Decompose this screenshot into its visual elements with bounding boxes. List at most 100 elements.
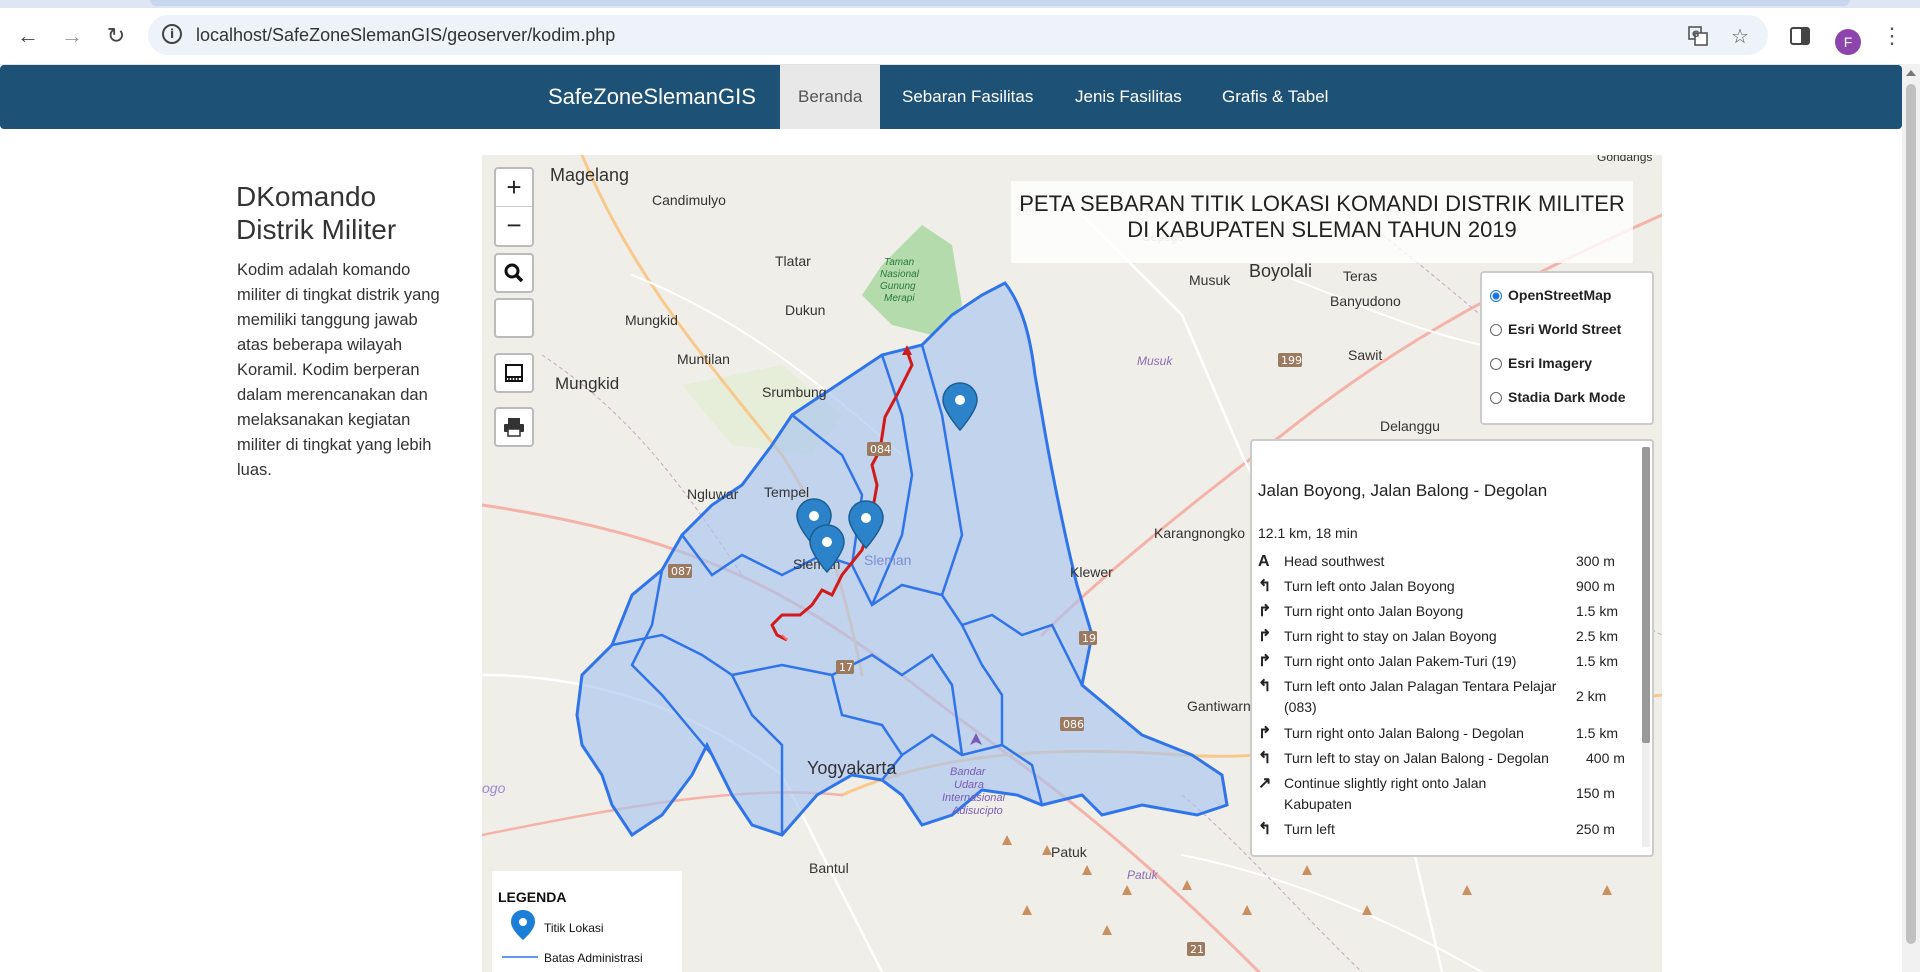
profile-avatar[interactable]: F (1835, 29, 1861, 55)
layer-stadia-dark-mode[interactable]: Stadia Dark Mode (1490, 389, 1625, 405)
page-title-line1: DKomando (236, 181, 377, 212)
svg-text:086: 086 (1063, 718, 1084, 731)
nav-beranda[interactable]: Beranda (780, 65, 881, 129)
translate-icon[interactable]: G (1684, 22, 1712, 50)
scroll-up-icon[interactable] (1906, 70, 1916, 76)
map-title-line1: PETA SEBARAN TITIK LOKASI KOMANDI DISTRI… (1019, 191, 1625, 216)
turn-left-icon: ↰ (1258, 578, 1272, 595)
svg-text:Gantiwarno: Gantiwarno (1187, 698, 1259, 714)
depart-icon: A (1258, 553, 1270, 570)
svg-text:Magelang: Magelang (550, 165, 629, 185)
radio-icon[interactable] (1490, 358, 1502, 370)
svg-text:Nasional: Nasional (880, 269, 920, 280)
nav-sebaran-fasilitas[interactable]: Sebaran Fasilitas (884, 65, 1051, 129)
bookmark-star-icon[interactable]: ☆ (1726, 22, 1754, 50)
svg-text:Ngluwar: Ngluwar (687, 486, 739, 502)
map-measure-button[interactable] (494, 353, 534, 393)
menu-kebab-icon[interactable]: ⋮ (1878, 22, 1906, 50)
page-title-line2: Distrik Militer (236, 214, 397, 245)
svg-text:Srumbung: Srumbung (762, 384, 827, 400)
svg-text:Karangnongko: Karangnongko (1154, 525, 1245, 541)
page-title: DKomando Distrik Militer (236, 180, 436, 246)
svg-text:G: G (1692, 30, 1699, 40)
svg-text:Sawit: Sawit (1348, 347, 1382, 363)
svg-text:Sleman: Sleman (864, 552, 911, 568)
map-title-box: PETA SEBARAN TITIK LOKASI KOMANDI DISTRI… (1011, 181, 1633, 263)
svg-text:087: 087 (671, 565, 692, 578)
svg-text:Candimulyo: Candimulyo (652, 192, 726, 208)
page-description: Kodim adalah komando militer di tingkat … (237, 261, 440, 479)
svg-text:Dukun: Dukun (785, 302, 825, 318)
side-panel-icon[interactable] (1786, 22, 1814, 50)
nav-jenis-fasilitas[interactable]: Jenis Fasilitas (1057, 65, 1200, 129)
map-search-button[interactable] (494, 253, 534, 293)
zoom-out-button[interactable]: − (496, 207, 532, 244)
svg-text:Gunung: Gunung (880, 281, 916, 292)
svg-text:Mungkid: Mungkid (625, 312, 678, 328)
forward-arrow-icon[interactable]: → (58, 22, 86, 50)
printer-icon (504, 418, 524, 437)
svg-text:Udara: Udara (954, 779, 984, 791)
routing-scrollbar-thumb[interactable] (1642, 447, 1650, 743)
routing-directions-panel[interactable]: Jalan Boyong, Jalan Balong - Degolan 12.… (1250, 439, 1654, 857)
zoom-in-button[interactable]: + (496, 169, 532, 207)
map-title-line2: DI KABUPATEN SLEMAN TAHUN 2019 (1127, 217, 1517, 242)
layer-esri-world-street[interactable]: Esri World Street (1490, 321, 1621, 337)
turn-right-icon: ↱ (1258, 603, 1272, 620)
svg-text:Boyolali: Boyolali (1249, 261, 1312, 281)
turn-right-icon: ↱ (1258, 628, 1272, 645)
base-layer-switcher: OpenStreetMap Esri World Street Esri Ima… (1480, 271, 1654, 425)
brand-logo-text[interactable]: SafeZoneSlemanGIS (548, 84, 756, 110)
svg-text:21: 21 (1190, 943, 1204, 956)
radio-icon[interactable] (1490, 392, 1502, 404)
svg-text:Musuk: Musuk (1189, 272, 1231, 288)
nav-grafis-tabel[interactable]: Grafis & Tabel (1204, 65, 1346, 129)
svg-text:Banyudono: Banyudono (1330, 293, 1401, 309)
legend-item-titik-lokasi: Titik Lokasi (544, 921, 604, 935)
svg-text:17: 17 (839, 661, 853, 674)
location-pin-icon (511, 910, 535, 940)
main-navbar: SafeZoneSlemanGIS Beranda Sebaran Fasili… (0, 65, 1902, 129)
radio-selected-icon[interactable] (1490, 290, 1502, 302)
map-print-button[interactable] (494, 407, 534, 447)
turn-right-icon: ↱ (1258, 725, 1272, 742)
svg-text:Patuk: Patuk (1127, 868, 1159, 882)
layer-esri-imagery[interactable]: Esri Imagery (1490, 355, 1592, 371)
layer-openstreetmap[interactable]: OpenStreetMap (1490, 287, 1611, 303)
turn-left-icon: ↰ (1258, 821, 1272, 838)
legend-title: LEGENDA (498, 889, 567, 905)
svg-text:Internasional: Internasional (942, 792, 1006, 804)
svg-text:Merapi: Merapi (884, 293, 915, 304)
route-name: Jalan Boyong, Jalan Balong - Degolan (1258, 481, 1548, 500)
svg-text:19: 19 (1082, 632, 1096, 645)
svg-text:Klewer: Klewer (1070, 564, 1113, 580)
svg-text:ogo: ogo (482, 780, 506, 796)
svg-text:084: 084 (870, 443, 891, 456)
back-arrow-icon[interactable]: ← (14, 22, 42, 50)
svg-text:199: 199 (1281, 354, 1302, 367)
address-bar[interactable]: i localhost/SafeZoneSlemanGIS/geoserver/… (148, 15, 1768, 55)
map-canvas[interactable]: 084 087 17 19 086 199 21 Magelang Candim… (482, 155, 1662, 972)
map-blank-control[interactable] (494, 298, 534, 338)
svg-text:Patuk: Patuk (1051, 844, 1088, 860)
svg-text:Delanggu: Delanggu (1380, 418, 1440, 434)
radio-icon[interactable] (1490, 324, 1502, 336)
admin-boundary-line-icon (502, 956, 538, 958)
legend-item-batas-administrasi: Batas Administrasi (544, 951, 643, 965)
site-info-icon[interactable]: i (162, 24, 182, 44)
address-url[interactable]: localhost/SafeZoneSlemanGIS/geoserver/ko… (196, 25, 615, 46)
svg-text:Gondangs: Gondangs (1597, 155, 1652, 164)
svg-text:Bandar: Bandar (950, 766, 987, 778)
svg-text:Teras: Teras (1343, 268, 1377, 284)
svg-text:Taman: Taman (884, 257, 915, 268)
turn-left-icon: ↰ (1258, 750, 1272, 767)
reload-icon[interactable]: ↻ (102, 22, 130, 50)
svg-text:Mungkid: Mungkid (555, 374, 619, 393)
ruler-icon (505, 364, 523, 382)
page-scrollbar[interactable] (1902, 64, 1920, 972)
route-summary: 12.1 km, 18 min (1258, 525, 1358, 541)
turn-left-icon: ↰ (1258, 678, 1272, 695)
scrollbar-thumb[interactable] (1906, 84, 1916, 944)
browser-toolbar: ← → ↻ i localhost/SafeZoneSlemanGIS/geos… (0, 8, 1920, 65)
svg-text:Musuk: Musuk (1137, 354, 1173, 368)
